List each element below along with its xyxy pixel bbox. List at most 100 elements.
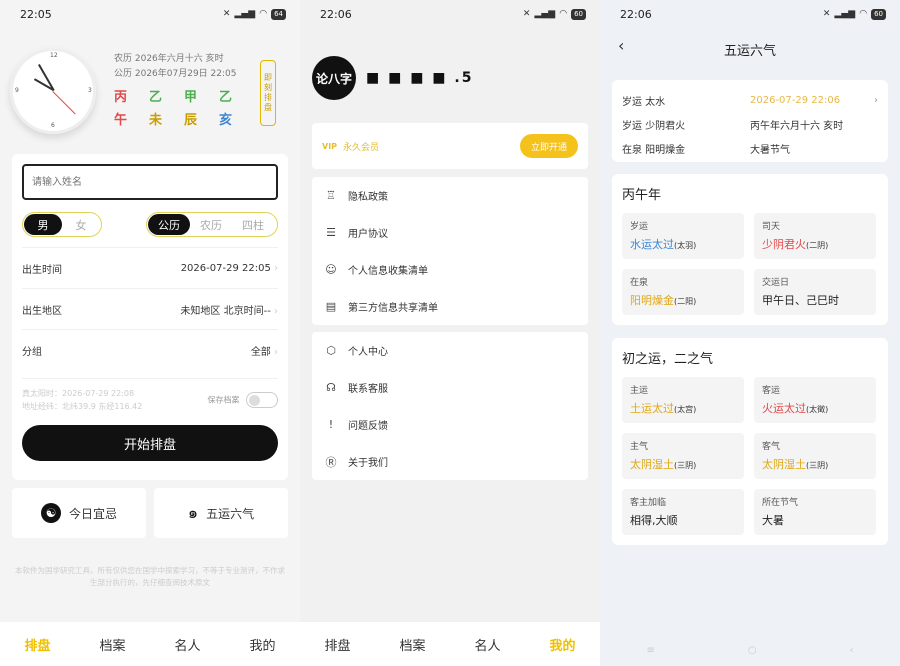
today-yiji-button[interactable]: ☯ 今日宜忌 (12, 488, 146, 538)
ganzhi-char: 乙 (219, 90, 233, 105)
tile-label: 客主加临 (630, 498, 667, 508)
quick-chart-badge[interactable]: 即刻排盘 (260, 60, 276, 126)
system-nav-bar: ≡ ○ ‹ (600, 645, 900, 656)
menu-item-label: 隐私政策 (348, 192, 388, 203)
menu-item[interactable]: ▤ 第三方信息共享清单 (312, 288, 588, 325)
birth-region-row[interactable]: 出生地区 未知地区 北京时间-- (22, 288, 278, 329)
tile-label: 交运日 (762, 278, 790, 288)
menu-item[interactable]: ! 问题反馈 (312, 406, 588, 443)
tile-label: 司天 (762, 222, 781, 232)
info-tile: 司天少阴君火(二阴) (754, 213, 876, 259)
analog-clock: 12 3 6 9 (10, 48, 96, 134)
menu-item-icon: ☰ (326, 226, 336, 239)
start-chart-button[interactable]: 开始排盘 (22, 425, 278, 461)
menu-item-icon: ⬡ (326, 344, 336, 357)
menu-item-label: 关于我们 (348, 458, 388, 469)
date-lines: 农历 2026年六月十六 亥时 公历 2026年07月29日 22:05 (114, 54, 237, 79)
menu-group-policies: ♖ 隐私政策 ☰ 用户协议 ☺ 个人信息收集清单 ▤ 第三方信息共享清单 (312, 177, 588, 325)
info-tile: 客主加临 相得,大顺 (622, 489, 744, 535)
status-bar: 22:05 ✕ ▂▄▆ ◠ 64 (0, 0, 300, 28)
disclaimer: 本软件为国学研究工具，所有仅供您在国学中探索学习，不等于专业测评，不作求生部分执… (15, 566, 285, 587)
calendar-solar[interactable]: 公历 (148, 214, 190, 235)
ganzhi-char: 乙 (149, 90, 163, 105)
tile-value: 土运太过 (630, 402, 674, 415)
tab-dangan[interactable]: 档案 (99, 635, 125, 654)
chart-form-card: 男 女 公历 农历 四柱 出生时间 2026-07-29 22:05 出生地区 … (12, 154, 288, 480)
menu-icon[interactable]: ≡ (646, 645, 654, 656)
tile-value: 水运太过 (630, 238, 674, 251)
name-input[interactable] (22, 164, 278, 200)
qi-section: 初之运，二之气 主运 土运太过(太宫) 客运 火运太过(太徵) 主气 太阴湿土(三阴) 客气… (612, 338, 888, 545)
home-icon[interactable]: ○ (748, 645, 757, 656)
gender-female[interactable]: 女 (62, 214, 100, 235)
calendar-pillars[interactable]: 四柱 (232, 214, 274, 235)
second-hand (52, 91, 76, 115)
battery-icon: 64 (271, 8, 286, 20)
screen-home: 22:05 ✕ ▂▄▆ ◠ 64 12 3 6 9 农历 2026年六月十六 亥… (0, 0, 300, 666)
status-bar: 22:06 ✕ ▂▄▆ ◠ 60 (600, 0, 900, 28)
tile-value: 少阴君火 (762, 238, 806, 251)
mute-icon: ✕ (822, 9, 831, 19)
tab-paipan[interactable]: 排盘 (24, 635, 50, 654)
tab-wode[interactable]: 我的 (549, 635, 575, 654)
info-tile: 岁运水运太过(太羽) (622, 213, 744, 259)
menu-item-label: 联系客服 (348, 384, 388, 395)
battery-icon: 60 (571, 8, 586, 20)
tab-paipan[interactable]: 排盘 (324, 635, 350, 654)
tile-note: (太宫) (674, 405, 697, 414)
info-tile: 交运日 甲午日、己巳时 (754, 269, 876, 315)
info-tile: 主气 太阴湿土(三阴) (622, 433, 744, 479)
username: ■ ■ ■ ■ .5 (366, 70, 474, 86)
birth-time-row[interactable]: 出生时间 2026-07-29 22:05 (22, 247, 278, 288)
menu-item[interactable]: ☊ 联系客服 (312, 369, 588, 406)
tile-label: 主气 (630, 442, 649, 452)
ganzhi-char: 辰 (184, 113, 198, 128)
info-tile: 客运 火运太过(太徵) (754, 377, 876, 423)
menu-item-label: 个人中心 (348, 347, 388, 358)
section-title: 初之运，二之气 (622, 352, 714, 367)
time-info-card[interactable]: 岁运 太水 2026-07-29 22:06 › 岁运 少阴君火 丙午年六月十六… (612, 80, 888, 162)
wuyun-liuqi-button[interactable]: ๑ 五运六气 (154, 488, 288, 538)
tile-label: 客气 (762, 442, 781, 452)
section-title: 丙午年 (622, 188, 662, 203)
menu-item[interactable]: Ⓡ 关于我们 (312, 443, 588, 480)
menu-item[interactable]: ⬡ 个人中心 (312, 332, 588, 369)
signal-icon: ▂▄▆ (834, 9, 856, 19)
tile-label: 客运 (762, 386, 781, 396)
tile-note: (三阴) (674, 461, 697, 470)
tile-value: 太阴湿土 (762, 458, 806, 471)
tile-note: (太羽) (674, 241, 697, 250)
year-section: 丙午年 岁运 水运太过(太羽) 司天 少阴君火(二阴) 在泉 阳明燥金(二阳) 交运日 甲午日… (612, 174, 888, 325)
mute-icon: ✕ (522, 9, 531, 19)
tile-label: 所在节气 (762, 498, 799, 508)
group-row[interactable]: 分组 全部 (22, 329, 278, 370)
tile-note: (二阴) (806, 241, 829, 250)
mute-icon: ✕ (222, 9, 231, 19)
ganzhi-char: 丙 (114, 90, 128, 105)
menu-item[interactable]: ♖ 隐私政策 (312, 177, 588, 214)
info-tile: 主运 土运太过(太宫) (622, 377, 744, 423)
gender-toggle: 男 女 (22, 212, 102, 237)
menu-item[interactable]: ☰ 用户协议 (312, 214, 588, 251)
tile-label: 岁运 (630, 222, 649, 232)
profile-header[interactable]: 论八字 ■ ■ ■ ■ .5 (312, 56, 473, 100)
yin-yang-icon: ☯ (40, 503, 61, 523)
info-tile: 在泉 阳明燥金(二阳) (622, 269, 744, 315)
menu-item-icon: Ⓡ (325, 455, 337, 469)
save-archive-toggle[interactable] (246, 392, 278, 408)
menu-item[interactable]: ☺ 个人信息收集清单 (312, 251, 588, 288)
calendar-lunar[interactable]: 农历 (190, 214, 232, 235)
tab-mingren[interactable]: 名人 (474, 635, 500, 654)
back-arrow-icon[interactable]: ‹ (618, 36, 624, 55)
tab-mingren[interactable]: 名人 (174, 635, 200, 654)
vip-open-button[interactable]: 立即开通 (520, 134, 578, 158)
tab-wode[interactable]: 我的 (249, 635, 275, 654)
tab-dangan[interactable]: 档案 (399, 635, 425, 654)
gender-male[interactable]: 男 (24, 214, 62, 235)
menu-item-label: 问题反馈 (348, 421, 388, 432)
swirl-icon: ๑ (187, 502, 199, 522)
tile-value: 火运太过 (762, 402, 806, 415)
menu-item-label: 用户协议 (348, 229, 388, 240)
back-icon[interactable]: ‹ (850, 645, 854, 656)
tile-value: 大暑 (762, 514, 784, 527)
